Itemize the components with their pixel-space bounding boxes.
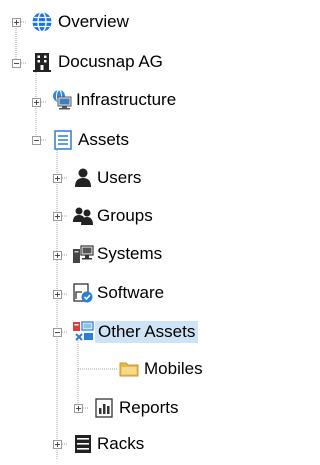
assets-list-icon xyxy=(54,130,72,150)
other-assets-icon xyxy=(73,321,94,341)
group-icon xyxy=(73,207,93,225)
tree-item-label: Mobiles xyxy=(144,359,203,378)
expand-toggle[interactable] xyxy=(74,404,83,413)
asset-tree: Overview Docusnap AG Infrastructure Asse… xyxy=(0,0,287,465)
collapse-toggle[interactable] xyxy=(12,59,21,68)
tree-item-label: Systems xyxy=(97,244,163,263)
tree-item-label: Groups xyxy=(97,206,153,225)
tree-item-label: Assets xyxy=(78,130,130,149)
tree-item-label: Other Assets xyxy=(95,321,199,343)
expand-toggle[interactable] xyxy=(53,212,62,221)
tree-item-label: Racks xyxy=(97,434,145,453)
tree-item-label: Docusnap AG xyxy=(58,52,163,71)
expand-toggle[interactable] xyxy=(32,98,41,107)
globe-icon xyxy=(32,11,52,33)
collapse-toggle[interactable] xyxy=(32,136,41,145)
tree-item-label: Software xyxy=(97,283,165,302)
tree-item-label: Reports xyxy=(119,398,179,417)
reports-icon xyxy=(95,398,113,418)
software-icon xyxy=(73,283,93,303)
tree-item-label: Infrastructure xyxy=(76,90,177,109)
building-icon xyxy=(33,53,51,72)
systems-icon xyxy=(73,245,94,263)
expand-toggle[interactable] xyxy=(12,18,21,27)
user-icon xyxy=(75,168,91,187)
folder-icon xyxy=(119,362,139,377)
tree-item-label: Users xyxy=(97,168,142,187)
expand-toggle[interactable] xyxy=(53,440,62,449)
tree-item-label: Overview xyxy=(58,12,129,31)
collapse-toggle[interactable] xyxy=(53,328,62,337)
network-computer-icon xyxy=(53,89,72,110)
expand-toggle[interactable] xyxy=(53,174,62,183)
expand-toggle[interactable] xyxy=(53,290,62,299)
rack-icon xyxy=(75,435,91,453)
expand-toggle[interactable] xyxy=(53,251,62,260)
